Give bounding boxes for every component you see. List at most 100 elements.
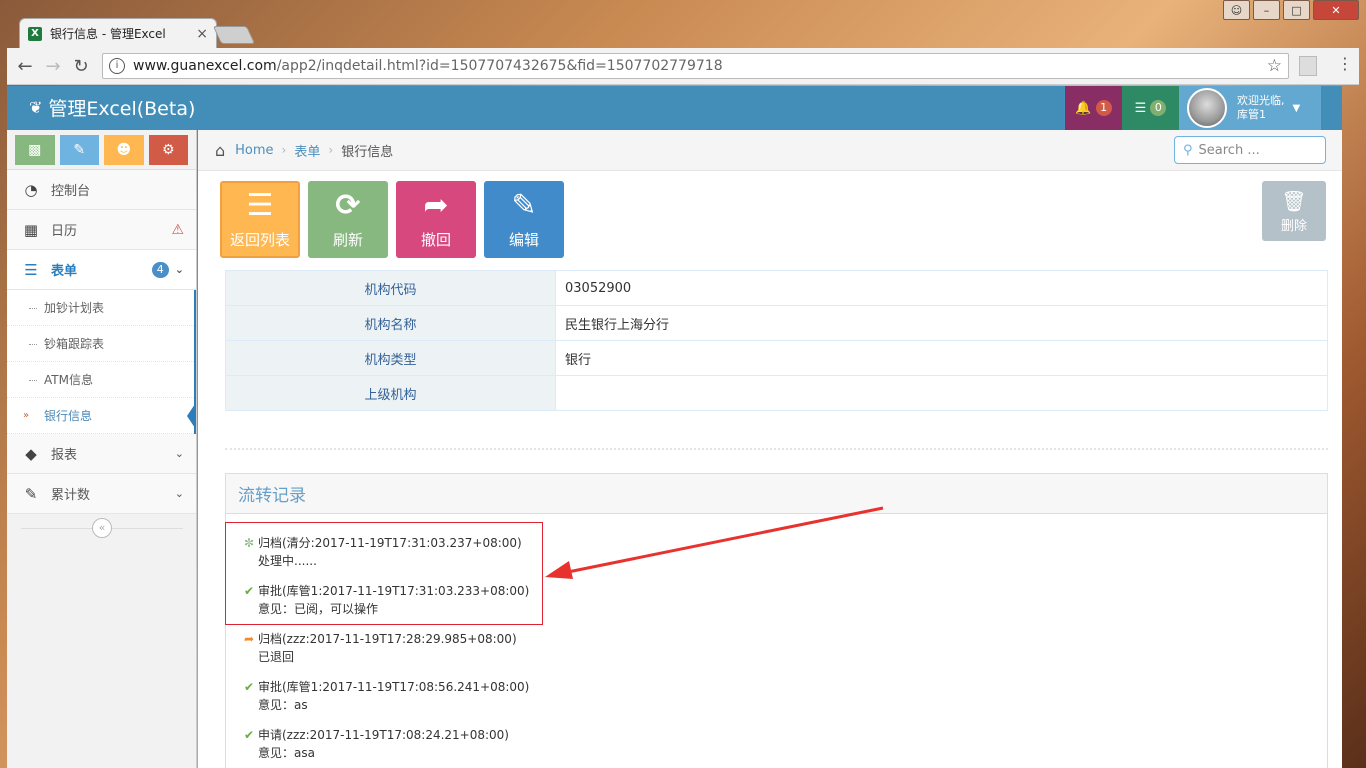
avatar (1187, 88, 1227, 128)
edit-icon: ✎ (511, 188, 537, 223)
sidebar-item-forms[interactable]: ☰ 表单 4 ⌄ (7, 250, 196, 290)
caret-down-icon: ▼ (1292, 102, 1301, 114)
minimize-button[interactable]: – (1253, 0, 1280, 20)
detail-key: 机构代码 (225, 270, 556, 306)
tag-icon: ◆ (25, 444, 37, 463)
new-tab-button[interactable] (212, 26, 256, 44)
submenu-item-cassette-tracking[interactable]: 钞箱跟踪表 (7, 326, 194, 362)
sidebar-item-dashboard[interactable]: ◔ 控制台 (7, 170, 196, 210)
user-name: 库管1 (1237, 108, 1266, 121)
edit-icon: ✎ (24, 484, 38, 503)
user-menu[interactable]: 欢迎光临, 库管1 ▼ (1179, 86, 1321, 130)
sidebar-item-reports[interactable]: ◆ 报表 ⌄ (7, 434, 196, 474)
browser-window: X 银行信息 - 管理Excel × ☺ – □ ✕ ← → ↻ i www.g… (7, 0, 1359, 768)
list-item: ➦ 归档(zzz:2017-11-19T17:28:29.985+08:00) 已… (241, 630, 529, 666)
sidebar-item-label: 报表 (51, 448, 78, 463)
trash-icon: 🗑 (1281, 188, 1307, 213)
sidebar-collapse: « (7, 516, 197, 540)
action-toolbar: ☰ 返回列表 ⟳ 刷新 ➦ 撤回 ✎ 编辑 (220, 181, 564, 258)
calendar-icon: ▦ (23, 220, 39, 239)
chevron-down-icon: ⌄ (174, 447, 184, 460)
browser-menu-icon[interactable]: ⋮ (1337, 54, 1353, 73)
main-content: ⌂ Home › 表单 › 银行信息 ⚲ Search ... ☰ 返回列表 ⟳… (198, 130, 1342, 768)
details-table: 机构代码 03052900 机构名称 民生银行上海分行 机构类型 银行 上级机构 (225, 270, 1328, 411)
withdraw-button[interactable]: ➦ 撤回 (396, 181, 476, 258)
info-icon[interactable]: i (109, 58, 125, 74)
table-row: 上级机构 (225, 375, 1328, 411)
table-row: 机构代码 03052900 (225, 270, 1328, 306)
refresh-icon: ⟳ (335, 188, 361, 223)
search-input[interactable]: ⚲ Search ... (1174, 136, 1326, 164)
reload-icon[interactable]: ↻ (67, 56, 95, 77)
bookmark-star-icon[interactable]: ☆ (1267, 56, 1282, 76)
detail-value (555, 375, 1328, 411)
brand-title: 管理Excel(Beta) (48, 98, 196, 120)
submenu-item-atm-info[interactable]: ATM信息 (7, 362, 194, 398)
search-icon: ⚲ (1183, 142, 1193, 158)
maximize-button[interactable]: □ (1283, 0, 1310, 20)
check-icon: ✔ (243, 680, 255, 694)
browser-tab[interactable]: X 银行信息 - 管理Excel × (19, 18, 217, 48)
reply-icon: ➦ (243, 632, 255, 646)
back-arrow-icon[interactable]: ← (11, 56, 39, 77)
chevron-down-icon: ⌄ (174, 487, 184, 500)
sidebar-item-cumulative[interactable]: ✎ 累计数 ⌄ (7, 474, 196, 514)
breadcrumb: ⌂ Home › 表单 › 银行信息 ⚲ Search ... (198, 130, 1342, 171)
sidebar-item-label: 累计数 (51, 488, 91, 503)
bell-icon: 🔔 (1075, 100, 1092, 116)
leaf-icon: ❦ (29, 98, 43, 117)
detail-value: 银行 (555, 340, 1328, 376)
extension-icon[interactable] (1299, 56, 1317, 76)
submenu-item-cash-plan[interactable]: 加钞计划表 (7, 290, 194, 326)
detail-value: 03052900 (555, 270, 1328, 306)
home-icon: ⌂ (215, 140, 226, 160)
annotation-arrow (545, 506, 884, 579)
sidebar-item-label: 表单 (51, 264, 78, 279)
delete-button[interactable]: 🗑 删除 (1262, 181, 1326, 241)
list-item: ✔ 审批(库管1:2017-11-19T17:08:56.241+08:00) 意… (241, 678, 529, 714)
excel-favicon-icon: X (28, 26, 42, 41)
back-to-list-button[interactable]: ☰ 返回列表 (220, 181, 300, 258)
list-item: ✔ 申请(zzz:2017-11-19T17:08:24.21+08:00) 意见… (241, 726, 529, 762)
table-row: 机构名称 民生银行上海分行 (225, 305, 1328, 341)
sidebar-item-label: 日历 (51, 224, 78, 239)
collapse-sidebar-icon[interactable]: « (92, 518, 112, 538)
active-indicator (187, 404, 195, 428)
close-window-button[interactable]: ✕ (1313, 0, 1359, 20)
divider (225, 448, 1328, 450)
sidebar-item-label: 控制台 (51, 184, 91, 199)
detail-key: 机构类型 (225, 340, 556, 376)
breadcrumb-current: 银行信息 (341, 144, 394, 160)
window-controls: ☺ – □ ✕ (1220, 0, 1359, 20)
signal-shortcut-icon[interactable]: ▩ (15, 135, 55, 165)
breadcrumb-separator: › (328, 143, 334, 157)
sidebar: ▩ ✎ ☻ ⚙ ◔ 控制台 ▦ 日历 ⚠ ☰ 表单 4 ⌄ 加钞计划表 钞箱跟踪… (7, 130, 197, 768)
tasks-button[interactable]: ☰ 0 (1122, 86, 1179, 130)
brand[interactable]: ❦ 管理Excel(Beta) (29, 94, 195, 121)
pencil-shortcut-icon[interactable]: ✎ (59, 135, 99, 165)
table-row: 机构类型 银行 (225, 340, 1328, 376)
forward-arrow-icon[interactable]: → (39, 56, 67, 77)
dashboard-icon: ◔ (24, 180, 38, 199)
sidebar-item-calendar[interactable]: ▦ 日历 ⚠ (7, 210, 196, 250)
user-info: 欢迎光临, 库管1 (1237, 94, 1285, 122)
breadcrumb-forms[interactable]: 表单 (294, 141, 320, 160)
annotation-highlight-box (225, 522, 543, 625)
list-icon: ☰ (24, 260, 38, 279)
notifications-button[interactable]: 🔔 1 (1065, 86, 1122, 130)
warning-icon: ⚠ (171, 221, 184, 238)
detail-value: 民生银行上海分行 (555, 305, 1328, 341)
edit-button[interactable]: ✎ 编辑 (484, 181, 564, 258)
users-shortcut-icon[interactable]: ☻ (104, 135, 144, 165)
user-profile-icon[interactable]: ☺ (1223, 0, 1250, 20)
submenu-item-bank-info[interactable]: » 银行信息 (7, 398, 195, 434)
browser-titlebar: X 银行信息 - 管理Excel × ☺ – □ ✕ (7, 0, 1359, 48)
tab-close-icon[interactable]: × (196, 26, 208, 42)
cogs-shortcut-icon[interactable]: ⚙ (148, 135, 188, 165)
refresh-button[interactable]: ⟳ 刷新 (308, 181, 388, 258)
breadcrumb-home[interactable]: Home (235, 143, 273, 158)
address-bar[interactable]: i www.guanexcel.com/app2/inqdetail.html?… (102, 53, 1289, 79)
url-text: www.guanexcel.com/app2/inqdetail.html?id… (133, 58, 723, 74)
detail-key: 机构名称 (225, 305, 556, 341)
detail-key: 上级机构 (225, 375, 556, 411)
